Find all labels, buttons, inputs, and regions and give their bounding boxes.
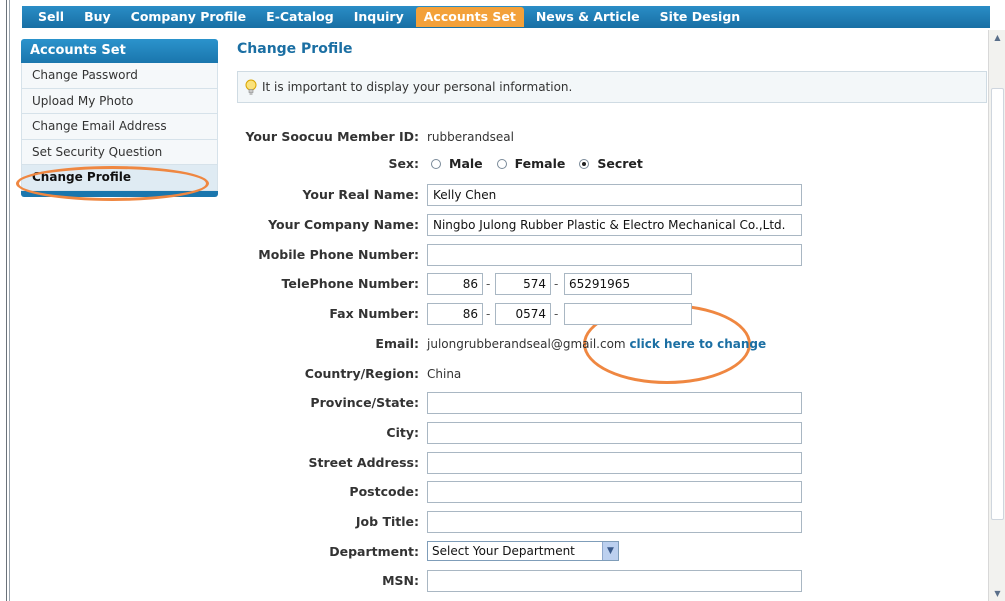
row-telephone: TelePhone Number: 86 - 574 - 65291965	[0, 273, 1005, 295]
scroll-up-arrow-icon[interactable]: ▲	[990, 30, 1005, 45]
country-value: China	[427, 367, 462, 381]
nav-e-catalog[interactable]: E-Catalog	[258, 7, 342, 27]
fax-area-code-input[interactable]: 0574	[495, 303, 551, 325]
row-mobile: Mobile Phone Number:	[0, 244, 1005, 266]
nav-accounts-set[interactable]: Accounts Set	[415, 7, 524, 27]
department-selected-value: Select Your Department	[432, 544, 575, 558]
department-label: Department:	[329, 544, 419, 559]
fax-label: Fax Number:	[329, 306, 419, 321]
sex-male-label[interactable]: Male	[449, 153, 483, 175]
chevron-down-icon[interactable]: ▼	[602, 542, 618, 560]
email-label: Email:	[375, 336, 419, 351]
info-notice: It is important to display your personal…	[237, 71, 987, 103]
sex-radio-group: Male Female Secret	[431, 153, 657, 175]
row-msn: MSN:	[0, 570, 1005, 592]
mobile-input[interactable]	[427, 244, 802, 266]
row-country: Country/Region: China	[0, 363, 1005, 385]
company-name-input[interactable]: Ningbo Julong Rubber Plastic & Electro M…	[427, 214, 802, 236]
fax-separator: -	[486, 307, 491, 321]
street-label: Street Address:	[308, 455, 419, 470]
top-navigation-bar: Sell Buy Company Profile E-Catalog Inqui…	[22, 6, 990, 28]
member-id-label: Your Soocuu Member ID:	[245, 129, 419, 144]
lightbulb-icon	[245, 79, 257, 95]
row-sex: Sex: Male Female Secret	[0, 152, 1005, 174]
email-address: julongrubberandseal@gmail.com	[427, 337, 626, 351]
fax-separator: -	[554, 307, 559, 321]
sex-label: Sex:	[388, 156, 419, 171]
sex-female-label[interactable]: Female	[515, 153, 566, 175]
row-member-id: Your Soocuu Member ID: rubberandseal	[0, 126, 1005, 148]
nav-company-profile[interactable]: Company Profile	[123, 7, 255, 27]
telephone-area-code-input[interactable]: 574	[495, 273, 551, 295]
row-street: Street Address:	[0, 452, 1005, 474]
province-label: Province/State:	[310, 395, 419, 410]
nav-sell[interactable]: Sell	[30, 7, 72, 27]
row-postcode: Postcode:	[0, 481, 1005, 503]
fax-number-input[interactable]	[564, 303, 692, 325]
fax-country-code-input[interactable]: 86	[427, 303, 483, 325]
email-value: julongrubberandseal@gmail.com click here…	[427, 333, 766, 355]
telephone-country-code-input[interactable]: 86	[427, 273, 483, 295]
notice-text: It is important to display your personal…	[262, 80, 573, 94]
msn-label: MSN:	[382, 573, 419, 588]
row-department: Department: Select Your Department ▼	[0, 541, 1005, 563]
sex-secret-label[interactable]: Secret	[597, 153, 643, 175]
page-title: Change Profile	[237, 41, 353, 57]
sidebar-title: Accounts Set	[21, 39, 218, 63]
telephone-label: TelePhone Number:	[281, 276, 419, 291]
msn-input[interactable]	[427, 570, 802, 592]
street-input[interactable]	[427, 452, 802, 474]
postcode-label: Postcode:	[349, 484, 419, 499]
city-input[interactable]	[427, 422, 802, 444]
row-fax: Fax Number: 86 - 0574 -	[0, 303, 1005, 325]
change-email-link[interactable]: click here to change	[629, 337, 766, 351]
telephone-number-input[interactable]: 65291965	[564, 273, 692, 295]
nav-buy[interactable]: Buy	[76, 7, 119, 27]
row-email: Email: julongrubberandseal@gmail.com cli…	[0, 333, 1005, 355]
sex-female-radio[interactable]	[496, 159, 507, 169]
real-name-input[interactable]: Kelly Chen	[427, 184, 802, 206]
sex-male-radio[interactable]	[431, 159, 441, 169]
member-id-value: rubberandseal	[427, 130, 514, 144]
sidebar-item-upload-photo[interactable]: Upload My Photo	[21, 88, 218, 114]
company-name-label: Your Company Name:	[268, 217, 419, 232]
country-label: Country/Region:	[304, 366, 419, 381]
nav-news-article[interactable]: News & Article	[528, 7, 648, 27]
postcode-input[interactable]	[427, 481, 802, 503]
row-job-title: Job Title:	[0, 511, 1005, 533]
nav-inquiry[interactable]: Inquiry	[346, 7, 412, 27]
telephone-separator: -	[486, 277, 491, 291]
real-name-label: Your Real Name:	[302, 187, 419, 202]
mobile-label: Mobile Phone Number:	[258, 247, 419, 262]
job-title-input[interactable]	[427, 511, 802, 533]
nav-site-design[interactable]: Site Design	[652, 7, 749, 27]
telephone-separator: -	[554, 277, 559, 291]
sex-secret-radio[interactable]	[579, 159, 590, 169]
city-label: City:	[386, 425, 419, 440]
row-real-name: Your Real Name: Kelly Chen	[0, 184, 1005, 206]
row-city: City:	[0, 422, 1005, 444]
province-input[interactable]	[427, 392, 802, 414]
row-company-name: Your Company Name: Ningbo Julong Rubber …	[0, 214, 1005, 236]
department-select[interactable]: Select Your Department ▼	[427, 541, 619, 561]
job-title-label: Job Title:	[355, 514, 419, 529]
row-province: Province/State:	[0, 392, 1005, 414]
sidebar-item-change-password[interactable]: Change Password	[21, 63, 218, 89]
